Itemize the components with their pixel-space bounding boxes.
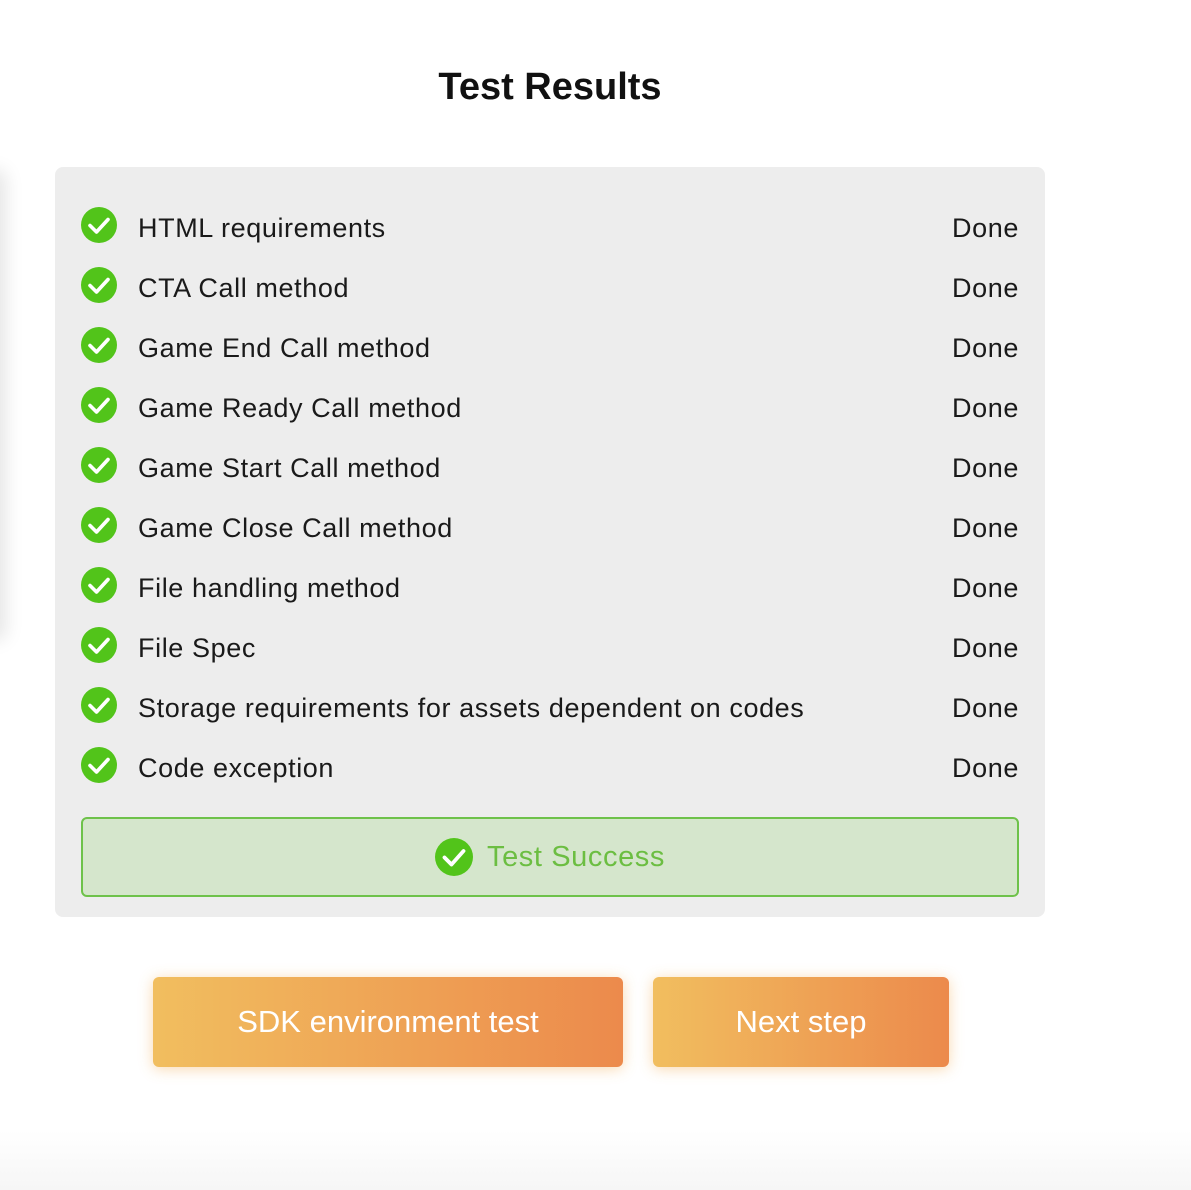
result-row: Code exception Done [81,737,1019,797]
result-status: Done [952,573,1019,603]
result-status: Done [952,753,1019,783]
result-label: Game End Call method [138,333,431,363]
test-success-banner: Test Success [81,817,1019,897]
check-circle-icon [81,687,117,723]
check-circle-icon [81,447,117,483]
result-row: File Spec Done [81,617,1019,677]
result-label: Code exception [138,753,335,783]
result-row: File handling method Done [81,557,1019,617]
result-label: File Spec [138,633,256,663]
check-circle-icon [81,627,117,663]
result-row: Storage requirements for assets dependen… [81,677,1019,737]
check-circle-icon [81,507,117,543]
result-label: HTML requirements [138,213,386,243]
check-circle-icon [81,267,117,303]
result-list: HTML requirements Done CTA Call method D… [81,197,1019,797]
result-row: Game Start Call method Done [81,437,1019,497]
result-label: Game Start Call method [138,453,441,483]
result-label: Game Ready Call method [138,393,462,423]
result-status: Done [952,633,1019,663]
check-circle-icon [81,327,117,363]
result-row: Game Close Call method Done [81,497,1019,557]
result-status: Done [952,213,1019,243]
result-status: Done [952,333,1019,363]
result-status: Done [952,513,1019,543]
result-row: CTA Call method Done [81,257,1019,317]
check-circle-icon [81,207,117,243]
result-row: Game End Call method Done [81,317,1019,377]
page-title: Test Results [438,66,662,108]
result-label: Storage requirements for assets dependen… [138,693,805,723]
result-status: Done [952,393,1019,423]
result-status: Done [952,453,1019,483]
sdk-environment-test-button[interactable]: SDK environment test [153,977,623,1067]
result-label: File handling method [138,573,401,603]
result-row: HTML requirements Done [81,197,1019,257]
result-status: Done [952,273,1019,303]
check-circle-icon [434,838,473,876]
result-label: CTA Call method [138,273,350,303]
results-panel: HTML requirements Done CTA Call method D… [55,167,1045,917]
bottom-fade [0,1130,1191,1190]
test-success-label: Test Success [486,840,666,873]
result-row: Game Ready Call method Done [81,377,1019,437]
next-step-button[interactable]: Next step [653,977,949,1067]
check-circle-icon [81,387,117,423]
result-label: Game Close Call method [138,513,453,543]
check-circle-icon [81,747,117,783]
check-circle-icon [81,567,117,603]
result-status: Done [952,693,1019,723]
